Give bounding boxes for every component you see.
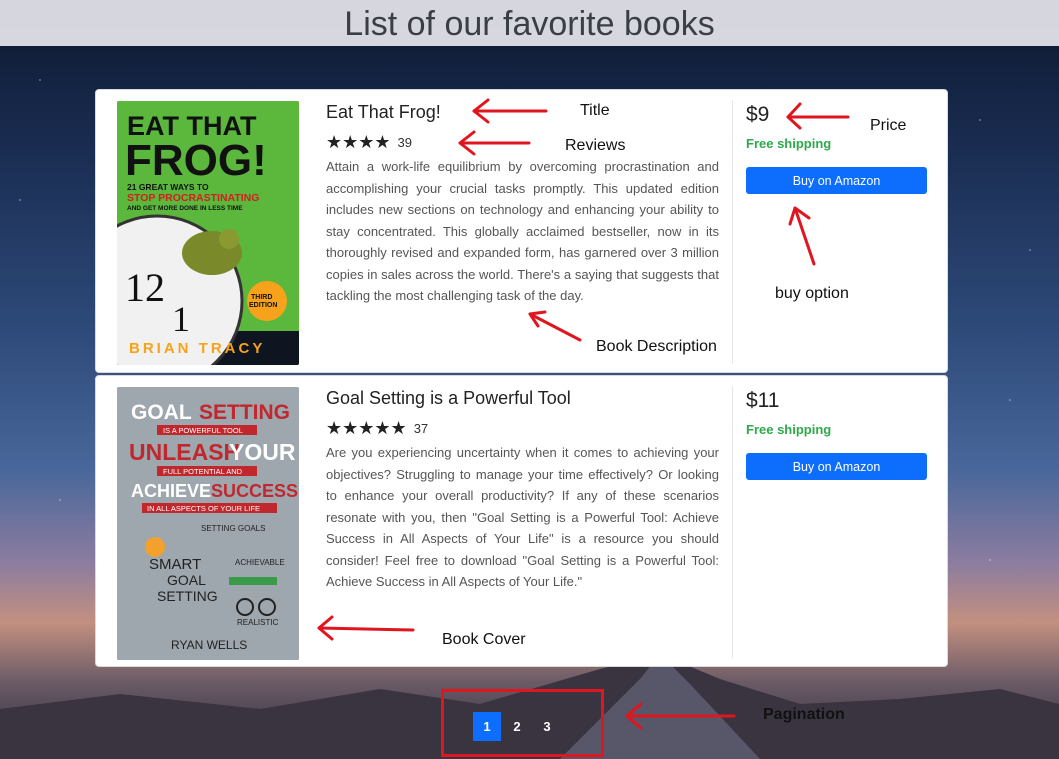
review-count: 39: [397, 134, 413, 150]
annotation-reviews: Reviews: [565, 137, 626, 154]
svg-text:THIRD: THIRD: [251, 294, 272, 301]
divider: [732, 386, 733, 658]
svg-text:SETTING GOALS: SETTING GOALS: [201, 524, 265, 533]
shipping-label: Free shipping: [746, 136, 832, 151]
page-header: List of our favorite books: [0, 0, 1059, 46]
svg-text:EDITION: EDITION: [249, 302, 277, 309]
goal-setting-cover-art: GOAL SETTING IS A POWERFUL TOOL UNLEASH …: [117, 387, 299, 660]
rating: ★★★★ 39: [326, 132, 719, 152]
book-title[interactable]: Goal Setting is a Powerful Tool: [326, 386, 719, 410]
svg-text:STOP PROCRASTINATING: STOP PROCRASTINATING: [127, 192, 259, 204]
svg-text:GOAL: GOAL: [167, 572, 206, 588]
svg-text:AND GET MORE DONE IN LESS TIME: AND GET MORE DONE IN LESS TIME: [127, 205, 243, 212]
buy-on-amazon-button[interactable]: Buy on Amazon: [746, 167, 927, 194]
annotation-book-cover: Book Cover: [442, 631, 526, 648]
annotation-pagination: Pagination: [763, 706, 845, 723]
pagination-highlight-box: [441, 689, 604, 757]
svg-text:ACHIEVABLE: ACHIEVABLE: [235, 558, 285, 567]
buy-on-amazon-button[interactable]: Buy on Amazon: [746, 453, 927, 480]
divider: [732, 100, 733, 364]
price-box: $11 Free shipping Buy on Amazon: [746, 388, 928, 480]
svg-text:IS A POWERFUL TOOL: IS A POWERFUL TOOL: [163, 426, 243, 435]
svg-text:12: 12: [125, 265, 165, 310]
book-description: Attain a work-life equilibrium by overco…: [326, 159, 719, 303]
svg-text:SMART: SMART: [149, 556, 201, 573]
review-count: 37: [413, 420, 429, 436]
page-title: List of our favorite books: [344, 5, 715, 43]
svg-text:1: 1: [172, 299, 190, 339]
book-description: Are you experiencing uncertainty when it…: [326, 445, 719, 589]
svg-text:SUCCESS: SUCCESS: [211, 481, 298, 501]
book-cover[interactable]: 12 1 EAT THAT FROG! 21 GREAT WAYS TO STO…: [117, 101, 299, 365]
svg-text:IN ALL ASPECTS OF YOUR LIFE: IN ALL ASPECTS OF YOUR LIFE: [147, 504, 260, 513]
book-info: Goal Setting is a Powerful Tool ★★★★★ 37…: [326, 386, 719, 593]
svg-text:FULL POTENTIAL AND: FULL POTENTIAL AND: [163, 467, 243, 476]
svg-text:RYAN WELLS: RYAN WELLS: [171, 638, 247, 652]
shipping-label: Free shipping: [746, 422, 832, 437]
svg-text:SETTING: SETTING: [157, 588, 218, 604]
book-title[interactable]: Eat That Frog!: [326, 100, 719, 124]
svg-text:BRIAN TRACY: BRIAN TRACY: [129, 340, 265, 357]
book-card: GOAL SETTING IS A POWERFUL TOOL UNLEASH …: [95, 375, 948, 667]
svg-text:YOUR: YOUR: [229, 439, 296, 465]
annotation-book-description: Book Description: [596, 338, 717, 355]
frog-cover-art: 12 1 EAT THAT FROG! 21 GREAT WAYS TO STO…: [117, 101, 299, 365]
arrow-icon: [625, 702, 736, 730]
book-cover[interactable]: GOAL SETTING IS A POWERFUL TOOL UNLEASH …: [117, 387, 299, 660]
svg-text:REALISTIC: REALISTIC: [237, 618, 279, 627]
svg-text:21 GREAT WAYS TO: 21 GREAT WAYS TO: [127, 182, 209, 192]
annotation-buy-option: buy option: [775, 285, 849, 302]
star-rating-icon: ★★★★: [326, 132, 391, 152]
price-box: $9 Free shipping Buy on Amazon: [746, 102, 928, 194]
star-rating-icon: ★★★★★: [326, 418, 407, 438]
svg-text:ACHIEVE: ACHIEVE: [131, 481, 211, 501]
svg-text:UNLEASH: UNLEASH: [129, 439, 240, 465]
book-card: 12 1 EAT THAT FROG! 21 GREAT WAYS TO STO…: [95, 89, 948, 373]
book-price: $11: [746, 389, 780, 412]
svg-text:GOAL: GOAL: [131, 401, 192, 424]
annotation-title: Title: [580, 102, 610, 119]
svg-text:FROG!: FROG!: [125, 136, 267, 185]
svg-text:SETTING: SETTING: [199, 401, 290, 424]
book-info: Eat That Frog! ★★★★ 39 Attain a work-lif…: [326, 100, 719, 307]
rating: ★★★★★ 37: [326, 418, 719, 438]
annotation-price: Price: [870, 117, 907, 134]
